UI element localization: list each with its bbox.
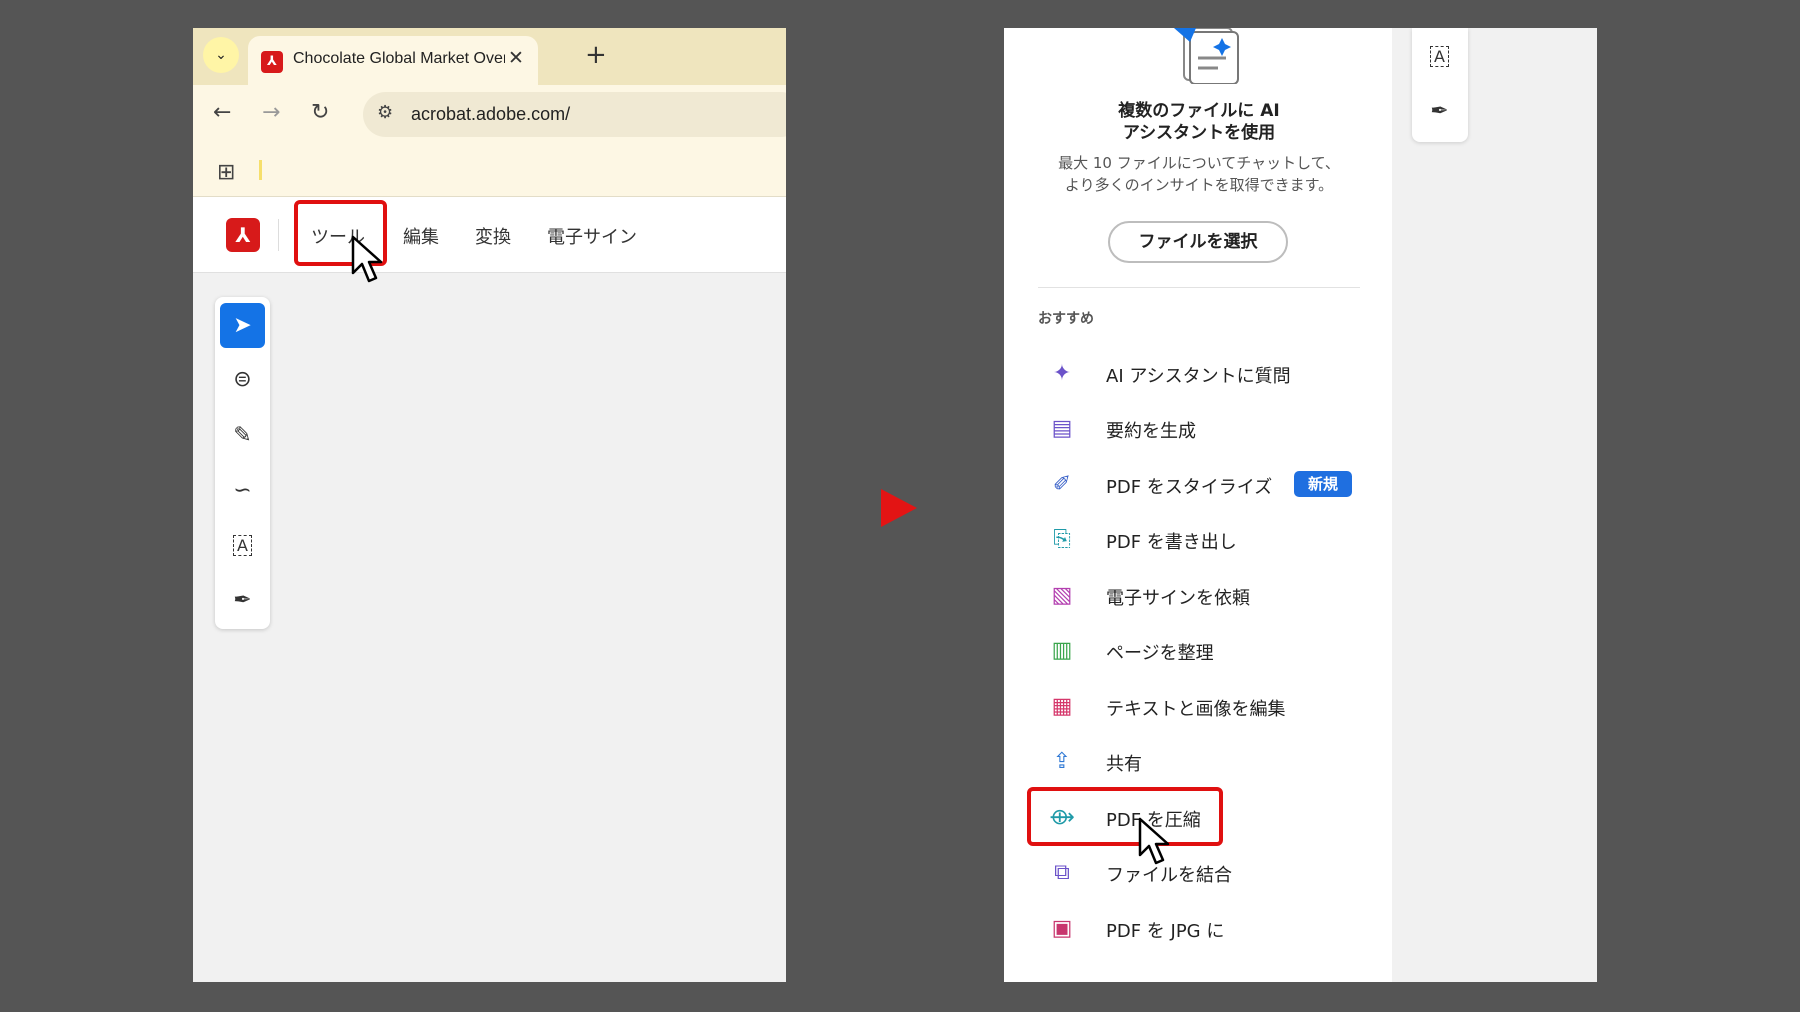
organize-pages-icon: ▥: [1051, 637, 1073, 663]
ai-multi-file-heading: 複数のファイルに AI アシスタントを使用: [1044, 100, 1354, 144]
ai-multi-file-description: 最大 10 ファイルについてチャットして、 より多くのインサイトを取得できます。: [1034, 152, 1364, 196]
right-screenshot-panel: 複数のファイルに AI アシスタントを使用 最大 10 ファイルについてチャット…: [1004, 28, 1597, 982]
acrobat-favicon-icon: ⅄: [261, 51, 283, 73]
tool-item-label: PDF を書き出し: [1106, 532, 1237, 553]
tool-item-export-pdf[interactable]: ⎘ PDF を書き出し: [1040, 517, 1380, 561]
forward-arrow-icon[interactable]: →: [262, 100, 280, 125]
menu-edit[interactable]: 編集: [403, 223, 439, 249]
tool-item-summary[interactable]: ▤ 要約を生成: [1040, 406, 1380, 450]
description-line-1: 最大 10 ファイルについてチャットして、: [1058, 154, 1340, 172]
bookmarks-bar: ⊞: [193, 142, 786, 197]
tool-item-label: テキストと画像を編集: [1106, 699, 1286, 720]
export-pdf-icon: ⎘: [1053, 526, 1071, 552]
tool-item-label: AI アシスタントに質問: [1106, 366, 1291, 387]
tool-item-pdf-to-jpg[interactable]: ▣ PDF を JPG に: [1040, 906, 1380, 950]
browser-tab-bar: ⌄ ⅄ Chocolate Global Market Overv ✕ +: [193, 28, 786, 85]
select-icon[interactable]: ➤: [220, 303, 265, 348]
request-esign-icon: ▧: [1051, 582, 1073, 608]
acrobat-header: ⅄ ツール 編集 変換 電子サイン: [193, 197, 786, 273]
url-field[interactable]: ⚙ acrobat.adobe.com/: [363, 92, 786, 137]
sign-icon[interactable]: ✒: [1417, 89, 1462, 134]
menu-convert[interactable]: 変換: [475, 223, 511, 249]
tool-item-label: PDF を JPG に: [1106, 921, 1225, 942]
pdf-to-jpg-icon: ▣: [1051, 915, 1073, 941]
tool-item-label: ページを整理: [1106, 643, 1214, 664]
heading-line-1: 複数のファイルに AI: [1118, 101, 1280, 121]
tool-item-label: 電子サインを依頼: [1106, 588, 1250, 609]
back-arrow-icon[interactable]: ←: [213, 100, 231, 125]
stylize-icon: ✐: [1052, 471, 1072, 497]
tool-item-ai-assistant[interactable]: ✦ AI アシスタントに質問: [1040, 351, 1380, 395]
menu-esign[interactable]: 電子サイン: [547, 223, 637, 249]
new-tab-icon[interactable]: +: [585, 40, 607, 70]
site-settings-icon[interactable]: ⚙: [377, 102, 393, 123]
apps-grid-icon[interactable]: ⊞: [217, 160, 235, 185]
tool-item-label: 共有: [1106, 754, 1142, 775]
text-select-icon[interactable]: A: [1417, 34, 1462, 79]
sign-icon[interactable]: ✒: [220, 578, 265, 623]
mouse-cursor-icon: [351, 235, 383, 283]
bookmark-separator: [259, 160, 262, 180]
description-line-2: より多くのインサイトを取得できます。: [1064, 176, 1334, 194]
draw-icon[interactable]: ∽: [220, 468, 265, 513]
tool-item-edit-text-image[interactable]: ▦ テキストと画像を編集: [1040, 684, 1380, 728]
mouse-cursor-icon: [1138, 817, 1170, 865]
section-divider: [1038, 287, 1360, 288]
ai-chat-icon: ✦: [1052, 360, 1072, 386]
multi-file-ai-illustration-icon: [1174, 28, 1239, 84]
highlight-pen-icon[interactable]: ✎: [220, 413, 265, 458]
new-badge: 新規: [1294, 471, 1353, 497]
comment-icon[interactable]: ⊜: [220, 357, 265, 402]
address-bar-row: ← → ↻ ⚙ acrobat.adobe.com/: [193, 85, 786, 142]
left-screenshot-panel: ⌄ ⅄ Chocolate Global Market Overv ✕ + ← …: [193, 28, 786, 982]
tab-close-icon[interactable]: ✕: [508, 47, 524, 69]
tool-item-label: 要約を生成: [1106, 421, 1196, 442]
browser-tab[interactable]: ⅄ Chocolate Global Market Overv ✕: [248, 36, 538, 85]
tab-search-dropdown-icon[interactable]: ⌄: [203, 37, 239, 73]
tool-item-request-esign[interactable]: ▧ 電子サインを依頼: [1040, 573, 1380, 617]
text-select-icon[interactable]: A: [220, 523, 265, 568]
right-tool-rail: A ✒: [1412, 28, 1468, 142]
tools-panel: 複数のファイルに AI アシスタントを使用 最大 10 ファイルについてチャット…: [1004, 28, 1392, 982]
tab-title: Chocolate Global Market Overv: [293, 50, 505, 67]
acrobat-logo-icon[interactable]: ⅄: [226, 218, 260, 252]
tool-item-share[interactable]: ⇪ 共有: [1040, 739, 1380, 783]
url-text: acrobat.adobe.com/: [411, 104, 571, 124]
recommended-section-label: おすすめ: [1038, 311, 1094, 327]
tool-rail: ➤ ⊜ ✎ ∽ A ✒: [215, 297, 270, 629]
step-arrow-icon: [881, 489, 917, 527]
tool-item-stylize[interactable]: ✐ PDF をスタイライズ 新規: [1040, 462, 1380, 506]
edit-text-image-icon: ▦: [1051, 693, 1073, 719]
header-divider: [278, 219, 279, 251]
tool-item-combine-files[interactable]: ⧉ ファイルを結合: [1040, 850, 1380, 894]
share-icon: ⇪: [1052, 748, 1072, 774]
heading-line-2: アシスタントを使用: [1122, 123, 1276, 143]
select-files-button[interactable]: ファイルを選択: [1108, 221, 1288, 263]
combine-files-icon: ⧉: [1054, 859, 1070, 885]
compress-pdf-highlight-box: [1027, 787, 1223, 846]
tool-item-organize-pages[interactable]: ▥ ページを整理: [1040, 628, 1380, 672]
tool-item-label: PDF をスタイライズ: [1106, 477, 1273, 498]
reload-icon[interactable]: ↻: [311, 100, 329, 125]
summary-icon: ▤: [1051, 415, 1073, 441]
